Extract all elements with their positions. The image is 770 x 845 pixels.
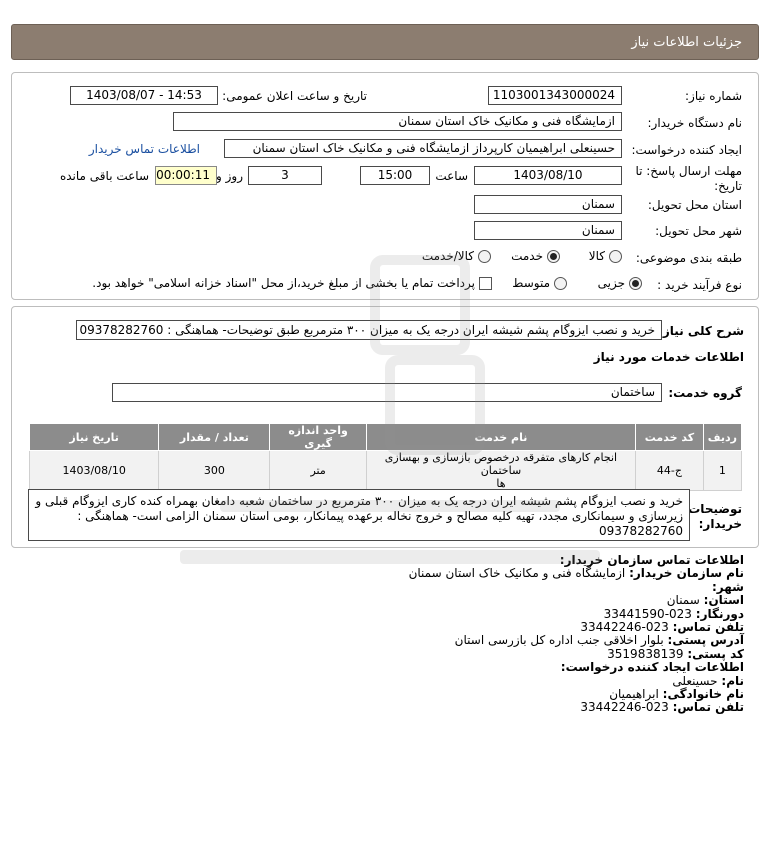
- category-option-service[interactable]: خدمت: [511, 249, 560, 263]
- creator-phone: 023-33442246: [580, 700, 669, 715]
- category-goods-service-radio[interactable]: [478, 249, 491, 263]
- buyer-notes-label: توضیحات: [688, 502, 742, 516]
- summary-label: شرح کلی نیاز:: [658, 324, 744, 338]
- contact-org: ازمایشگاه فنی و مکانیک خاک استان سمنان: [408, 566, 626, 581]
- days-label: روز و: [216, 169, 243, 183]
- remaining-label: ساعت باقی مانده: [59, 169, 149, 183]
- contact-section: اطلاعات تماس سازمان خریدار: نام سازمان خ…: [408, 553, 744, 715]
- remaining-time-field: 00:00:11: [155, 166, 217, 185]
- payment-note: پرداخت تمام یا بخشی از مبلغ خرید،از محل …: [92, 276, 475, 290]
- services-section-title: اطلاعات خدمات مورد نیاز: [593, 350, 744, 364]
- cell-date: 1403/08/10: [28, 450, 160, 491]
- time-label: ساعت: [435, 169, 468, 183]
- buyer-org-label: نام دستگاه خریدار:: [647, 116, 743, 130]
- col-code: کد خدمت: [635, 423, 704, 451]
- process-medium-radio[interactable]: [554, 276, 567, 290]
- days-field[interactable]: 3: [248, 166, 322, 185]
- contact-title: اطلاعات تماس سازمان خریدار:: [559, 553, 744, 567]
- process-label: نوع فرآیند خرید :: [657, 278, 742, 292]
- contact-province: سمنان: [666, 593, 700, 608]
- buyer-org-field[interactable]: ازمایشگاه فنی و مکانیک خاک استان سمنان: [173, 112, 622, 131]
- contact-phone: 023-33442246: [580, 620, 669, 635]
- cell-unit: متر: [269, 450, 367, 491]
- creator-field[interactable]: حسینعلی ابراهیمیان کارپرداز ازمایشگاه فن…: [224, 139, 622, 158]
- col-unit: واحد اندازه گیری: [269, 423, 367, 451]
- cell-code: ج-44: [635, 450, 704, 491]
- city-label: شهر محل تحویل:: [655, 224, 742, 238]
- buyer-notes-box: خرید و نصب ایزوگام پشم شیشه ایران درجه ی…: [28, 489, 690, 541]
- treasury-payment-option[interactable]: پرداخت تمام یا بخشی از مبلغ خرید،از محل …: [92, 276, 492, 290]
- announce-field[interactable]: 1403/08/07 - 14:53: [70, 86, 218, 105]
- services-table-header: ردیف کد خدمت نام خدمت واحد اندازه گیری ت…: [28, 423, 743, 451]
- deadline-label: مهلت ارسال پاسخ: تا: [635, 164, 742, 178]
- contact-address: بلوار اخلاقی جنب اداره کل بازرسی استان: [454, 633, 664, 648]
- page-header: جزئیات اطلاعات نیاز: [11, 24, 759, 60]
- process-minor-radio[interactable]: [629, 276, 642, 290]
- service-group-field[interactable]: ساختمان: [112, 383, 662, 402]
- treasury-payment-checkbox[interactable]: [479, 276, 492, 290]
- city-field[interactable]: سمنان: [474, 221, 622, 240]
- category-goods-radio[interactable]: [609, 249, 622, 263]
- need-number-label: شماره نیاز:: [685, 89, 742, 103]
- page-title: جزئیات اطلاعات نیاز: [631, 35, 742, 50]
- category-label: طبقه بندی موضوعی:: [635, 251, 742, 265]
- creator-label: ایجاد کننده درخواست:: [631, 143, 742, 157]
- deadline-date-label: تاریخ:: [714, 179, 742, 193]
- process-option-medium[interactable]: متوسط: [512, 276, 567, 290]
- summary-field[interactable]: خرید و نصب ایزوگام پشم شیشه ایران درجه ی…: [76, 320, 662, 340]
- creator-name: حسینعلی: [672, 673, 718, 688]
- contact-postal: 3519838139: [607, 646, 684, 661]
- cell-qty: 300: [158, 450, 271, 491]
- contact-fax: 023-33441590: [603, 606, 692, 621]
- process-option-minor[interactable]: جزیی: [598, 276, 642, 290]
- col-name: نام خدمت: [365, 423, 637, 451]
- province-field[interactable]: سمنان: [474, 195, 622, 214]
- col-qty: تعداد / مقدار: [158, 423, 271, 451]
- buyer-notes-label-2: خریدار:: [698, 517, 742, 531]
- province-label: استان محل تحویل:: [647, 198, 742, 212]
- table-row[interactable]: 1 ج-44 انجام کارهای متفرقه درخصوص بازساز…: [28, 450, 743, 491]
- service-group-label: گروه خدمت:: [668, 386, 742, 400]
- category-option-goods[interactable]: کالا: [589, 249, 622, 263]
- col-date: تاریخ نیاز: [28, 423, 160, 451]
- category-option-goods-service[interactable]: کالا/خدمت: [422, 249, 491, 263]
- services-table: ردیف کد خدمت نام خدمت واحد اندازه گیری ت…: [28, 423, 743, 491]
- announce-label: تاریخ و ساعت اعلان عمومی:: [222, 89, 367, 103]
- buyer-contact-link[interactable]: اطلاعات تماس خریدار: [89, 142, 200, 156]
- cell-name: انجام کارهای متفرقه درخصوص بازسازی و بهس…: [365, 450, 637, 491]
- cell-row: 1: [702, 450, 743, 491]
- deadline-date-field[interactable]: 1403/08/10: [474, 166, 622, 185]
- deadline-time-field[interactable]: 15:00: [360, 166, 430, 185]
- need-info-panel: [11, 72, 759, 300]
- creator-info-title: اطلاعات ایجاد کننده درخواست:: [560, 660, 744, 675]
- col-row: ردیف: [702, 423, 743, 451]
- creator-family: ابراهیمیان: [609, 687, 659, 702]
- category-service-radio[interactable]: [547, 249, 560, 263]
- need-number-field[interactable]: 1103001343000024: [488, 86, 622, 105]
